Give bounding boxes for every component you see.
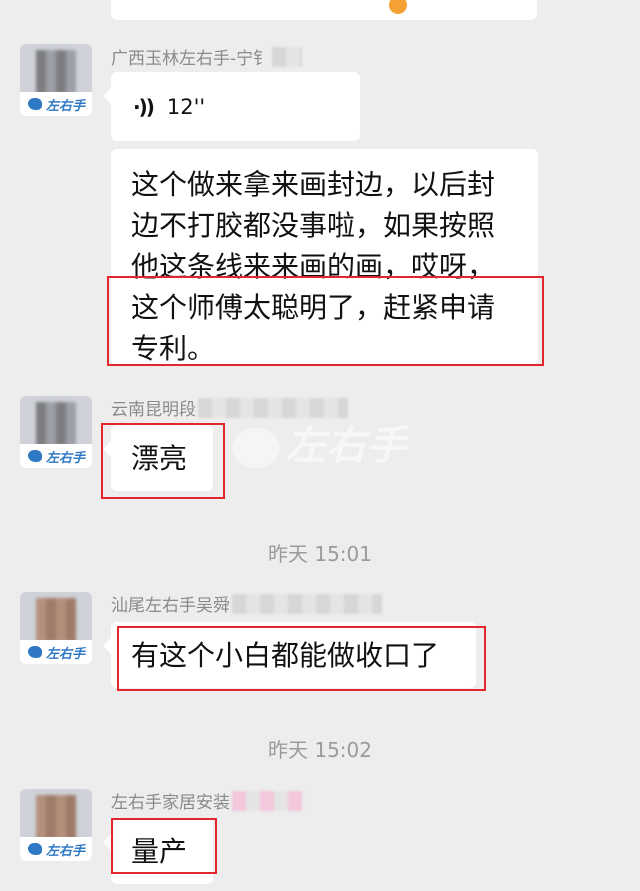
- avatar-photo: [36, 795, 76, 839]
- message-line: 边不打胶都没事啦，如果按照: [131, 209, 496, 242]
- bird-logo-icon: [28, 843, 42, 855]
- avatar-logo: 左右手: [20, 837, 92, 861]
- bird-logo-icon: [28, 646, 42, 658]
- name-mosaic: [232, 593, 382, 614]
- avatar-logo-text: 左右手: [46, 449, 86, 465]
- avatar-logo: 左右手: [20, 92, 92, 116]
- highlight-box: [101, 423, 225, 499]
- highlight-box: [111, 818, 217, 874]
- voice-wave-icon: ·)): [133, 94, 155, 119]
- highlight-box: [117, 626, 486, 691]
- avatar[interactable]: 左右手: [20, 396, 92, 468]
- avatar-logo-text: 左右手: [46, 842, 86, 858]
- previous-message-bubble[interactable]: [111, 0, 537, 20]
- bird-logo-icon: [28, 450, 42, 462]
- avatar[interactable]: 左右手: [20, 789, 92, 861]
- sender-name: 左右手家居安装: [111, 788, 302, 813]
- timestamp: 昨天 15:02: [268, 738, 372, 762]
- sender-name: 汕尾左右手吴舜: [111, 591, 382, 616]
- avatar-logo-text: 左右手: [46, 645, 86, 661]
- avatar-logo-text: 左右手: [46, 97, 86, 113]
- timestamp: 昨天 15:01: [268, 542, 372, 566]
- avatar-logo: 左右手: [20, 640, 92, 664]
- sender-name-text: 左右手家居安装: [111, 793, 230, 813]
- emoji-icon: [389, 0, 407, 14]
- bird-logo-icon: [28, 98, 42, 110]
- name-mosaic: [232, 790, 302, 811]
- avatar[interactable]: 左右手: [20, 44, 92, 116]
- watermark-bird-icon: [232, 428, 280, 469]
- sender-name-text: 广西玉林左右手-宁钅: [111, 49, 271, 69]
- avatar-logo: 左右手: [20, 444, 92, 468]
- avatar-photo: [36, 598, 76, 642]
- voice-message-bubble[interactable]: ·)) 12'': [103, 72, 360, 141]
- watermark: 左右手: [232, 413, 406, 471]
- sender-name: 广西玉林左右手-宁钅: [111, 44, 303, 69]
- sender-name-text: 云南昆明段: [111, 400, 196, 420]
- avatar[interactable]: 左右手: [20, 592, 92, 664]
- avatar-photo: [36, 402, 76, 446]
- message-line: 这个做来拿来画封边，以后封: [131, 168, 496, 201]
- voice-duration: 12'': [166, 94, 206, 119]
- highlight-box: [107, 276, 544, 366]
- sender-name-text: 汕尾左右手吴舜: [111, 596, 230, 616]
- avatar-photo: [36, 50, 76, 94]
- watermark-text: 左右手: [286, 424, 406, 468]
- name-mosaic: [272, 46, 303, 67]
